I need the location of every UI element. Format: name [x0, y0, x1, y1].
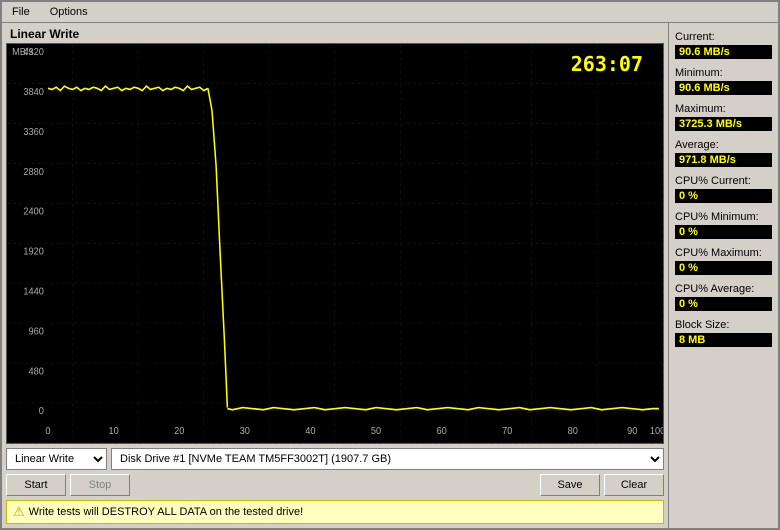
- cpu-minimum-value: 0 %: [675, 225, 772, 239]
- block-size-value: 8 MB: [675, 333, 772, 347]
- minimum-value: 90.6 MB/s: [675, 81, 772, 95]
- save-button[interactable]: Save: [540, 474, 600, 496]
- svg-text:MB/s: MB/s: [12, 47, 33, 58]
- svg-text:100 %: 100 %: [650, 426, 663, 437]
- menu-file[interactable]: File: [6, 4, 36, 20]
- svg-text:30: 30: [240, 426, 250, 437]
- start-button[interactable]: Start: [6, 474, 66, 496]
- svg-text:0: 0: [39, 406, 44, 417]
- cpu-maximum-label: CPU% Maximum:: [675, 247, 772, 259]
- cpu-current-label: CPU% Current:: [675, 175, 772, 187]
- svg-text:10: 10: [108, 426, 118, 437]
- bottom-controls: Linear Write Random Write Linear Read Ra…: [6, 448, 664, 524]
- stop-button[interactable]: Stop: [70, 474, 130, 496]
- svg-text:960: 960: [29, 326, 44, 337]
- menu-bar: File Options: [2, 2, 778, 23]
- right-panel: Current: 90.6 MB/s Minimum: 90.6 MB/s Ma…: [668, 23, 778, 528]
- chart-svg: 4320 3840 3360 2880 2400 1920 1440 960 4…: [7, 44, 663, 443]
- timer-display: 263:07: [571, 52, 643, 76]
- chart-container: 263:07: [6, 43, 664, 444]
- svg-text:480: 480: [29, 366, 44, 377]
- current-label: Current:: [675, 31, 772, 43]
- minimum-label: Minimum:: [675, 67, 772, 79]
- average-label: Average:: [675, 139, 772, 151]
- clear-button[interactable]: Clear: [604, 474, 664, 496]
- block-size-label: Block Size:: [675, 319, 772, 331]
- svg-text:50: 50: [371, 426, 381, 437]
- svg-text:60: 60: [436, 426, 446, 437]
- controls-row2: Start Stop Save Clear: [6, 474, 664, 496]
- main-area: Linear Write 263:07: [2, 23, 668, 528]
- chart-title: Linear Write: [10, 27, 664, 41]
- cpu-average-value: 0 %: [675, 297, 772, 311]
- content-area: Linear Write 263:07: [2, 23, 778, 528]
- svg-text:1440: 1440: [23, 286, 43, 297]
- svg-text:90: 90: [627, 426, 637, 437]
- svg-text:2400: 2400: [23, 206, 43, 217]
- svg-text:40: 40: [305, 426, 315, 437]
- average-value: 971.8 MB/s: [675, 153, 772, 167]
- svg-text:80: 80: [568, 426, 578, 437]
- current-value: 90.6 MB/s: [675, 45, 772, 59]
- maximum-value: 3725.3 MB/s: [675, 117, 772, 131]
- maximum-label: Maximum:: [675, 103, 772, 115]
- cpu-minimum-label: CPU% Minimum:: [675, 211, 772, 223]
- svg-text:70: 70: [502, 426, 512, 437]
- cpu-average-label: CPU% Average:: [675, 283, 772, 295]
- svg-text:0: 0: [45, 426, 50, 437]
- cpu-current-value: 0 %: [675, 189, 772, 203]
- test-type-select[interactable]: Linear Write Random Write Linear Read Ra…: [6, 448, 107, 470]
- svg-text:20: 20: [174, 426, 184, 437]
- svg-text:3840: 3840: [23, 87, 43, 98]
- controls-row1: Linear Write Random Write Linear Read Ra…: [6, 448, 664, 470]
- svg-text:2880: 2880: [23, 166, 43, 177]
- warning-text: Write tests will DESTROY ALL DATA on the…: [29, 506, 304, 518]
- warning-bar: ⚠ Write tests will DESTROY ALL DATA on t…: [6, 500, 664, 524]
- drive-select[interactable]: Disk Drive #1 [NVMe TEAM TM5FF3002T] (19…: [111, 448, 664, 470]
- main-window: File Options Linear Write 263:07: [0, 0, 780, 530]
- svg-text:1920: 1920: [23, 246, 43, 257]
- cpu-maximum-value: 0 %: [675, 261, 772, 275]
- svg-text:3360: 3360: [23, 127, 43, 138]
- menu-options[interactable]: Options: [44, 4, 94, 20]
- warning-icon: ⚠: [13, 504, 25, 520]
